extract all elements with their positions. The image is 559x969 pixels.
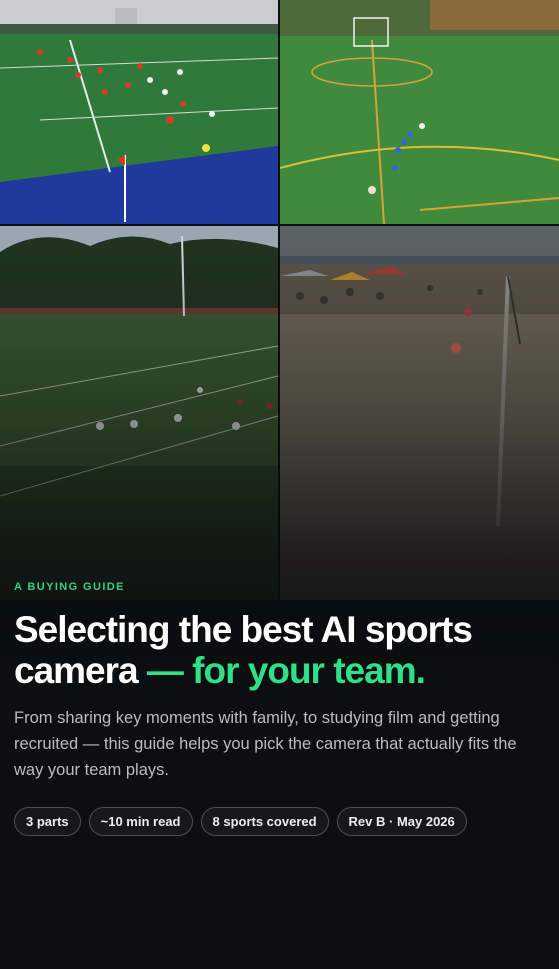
guide-hero-page: A BUYING GUIDE Selecting the best AI spo…: [0, 0, 559, 969]
hero-content: A BUYING GUIDE Selecting the best AI spo…: [14, 581, 545, 836]
chip-sports-covered: 8 sports covered: [200, 807, 329, 836]
chip-revision: Rev B · May 2026: [336, 807, 467, 836]
page-title: Selecting the best AI sports camera — fo…: [14, 609, 545, 691]
hero-description: From sharing key moments with family, to…: [14, 709, 517, 779]
chip-read-time: ~10 min read: [88, 807, 193, 836]
chip-parts: 3 parts: [14, 807, 81, 836]
meta-chips: 3 parts ~10 min read 8 sports covered Re…: [14, 807, 545, 836]
title-accent: — for your team.: [137, 650, 426, 691]
eyebrow-label: A BUYING GUIDE: [14, 581, 125, 593]
